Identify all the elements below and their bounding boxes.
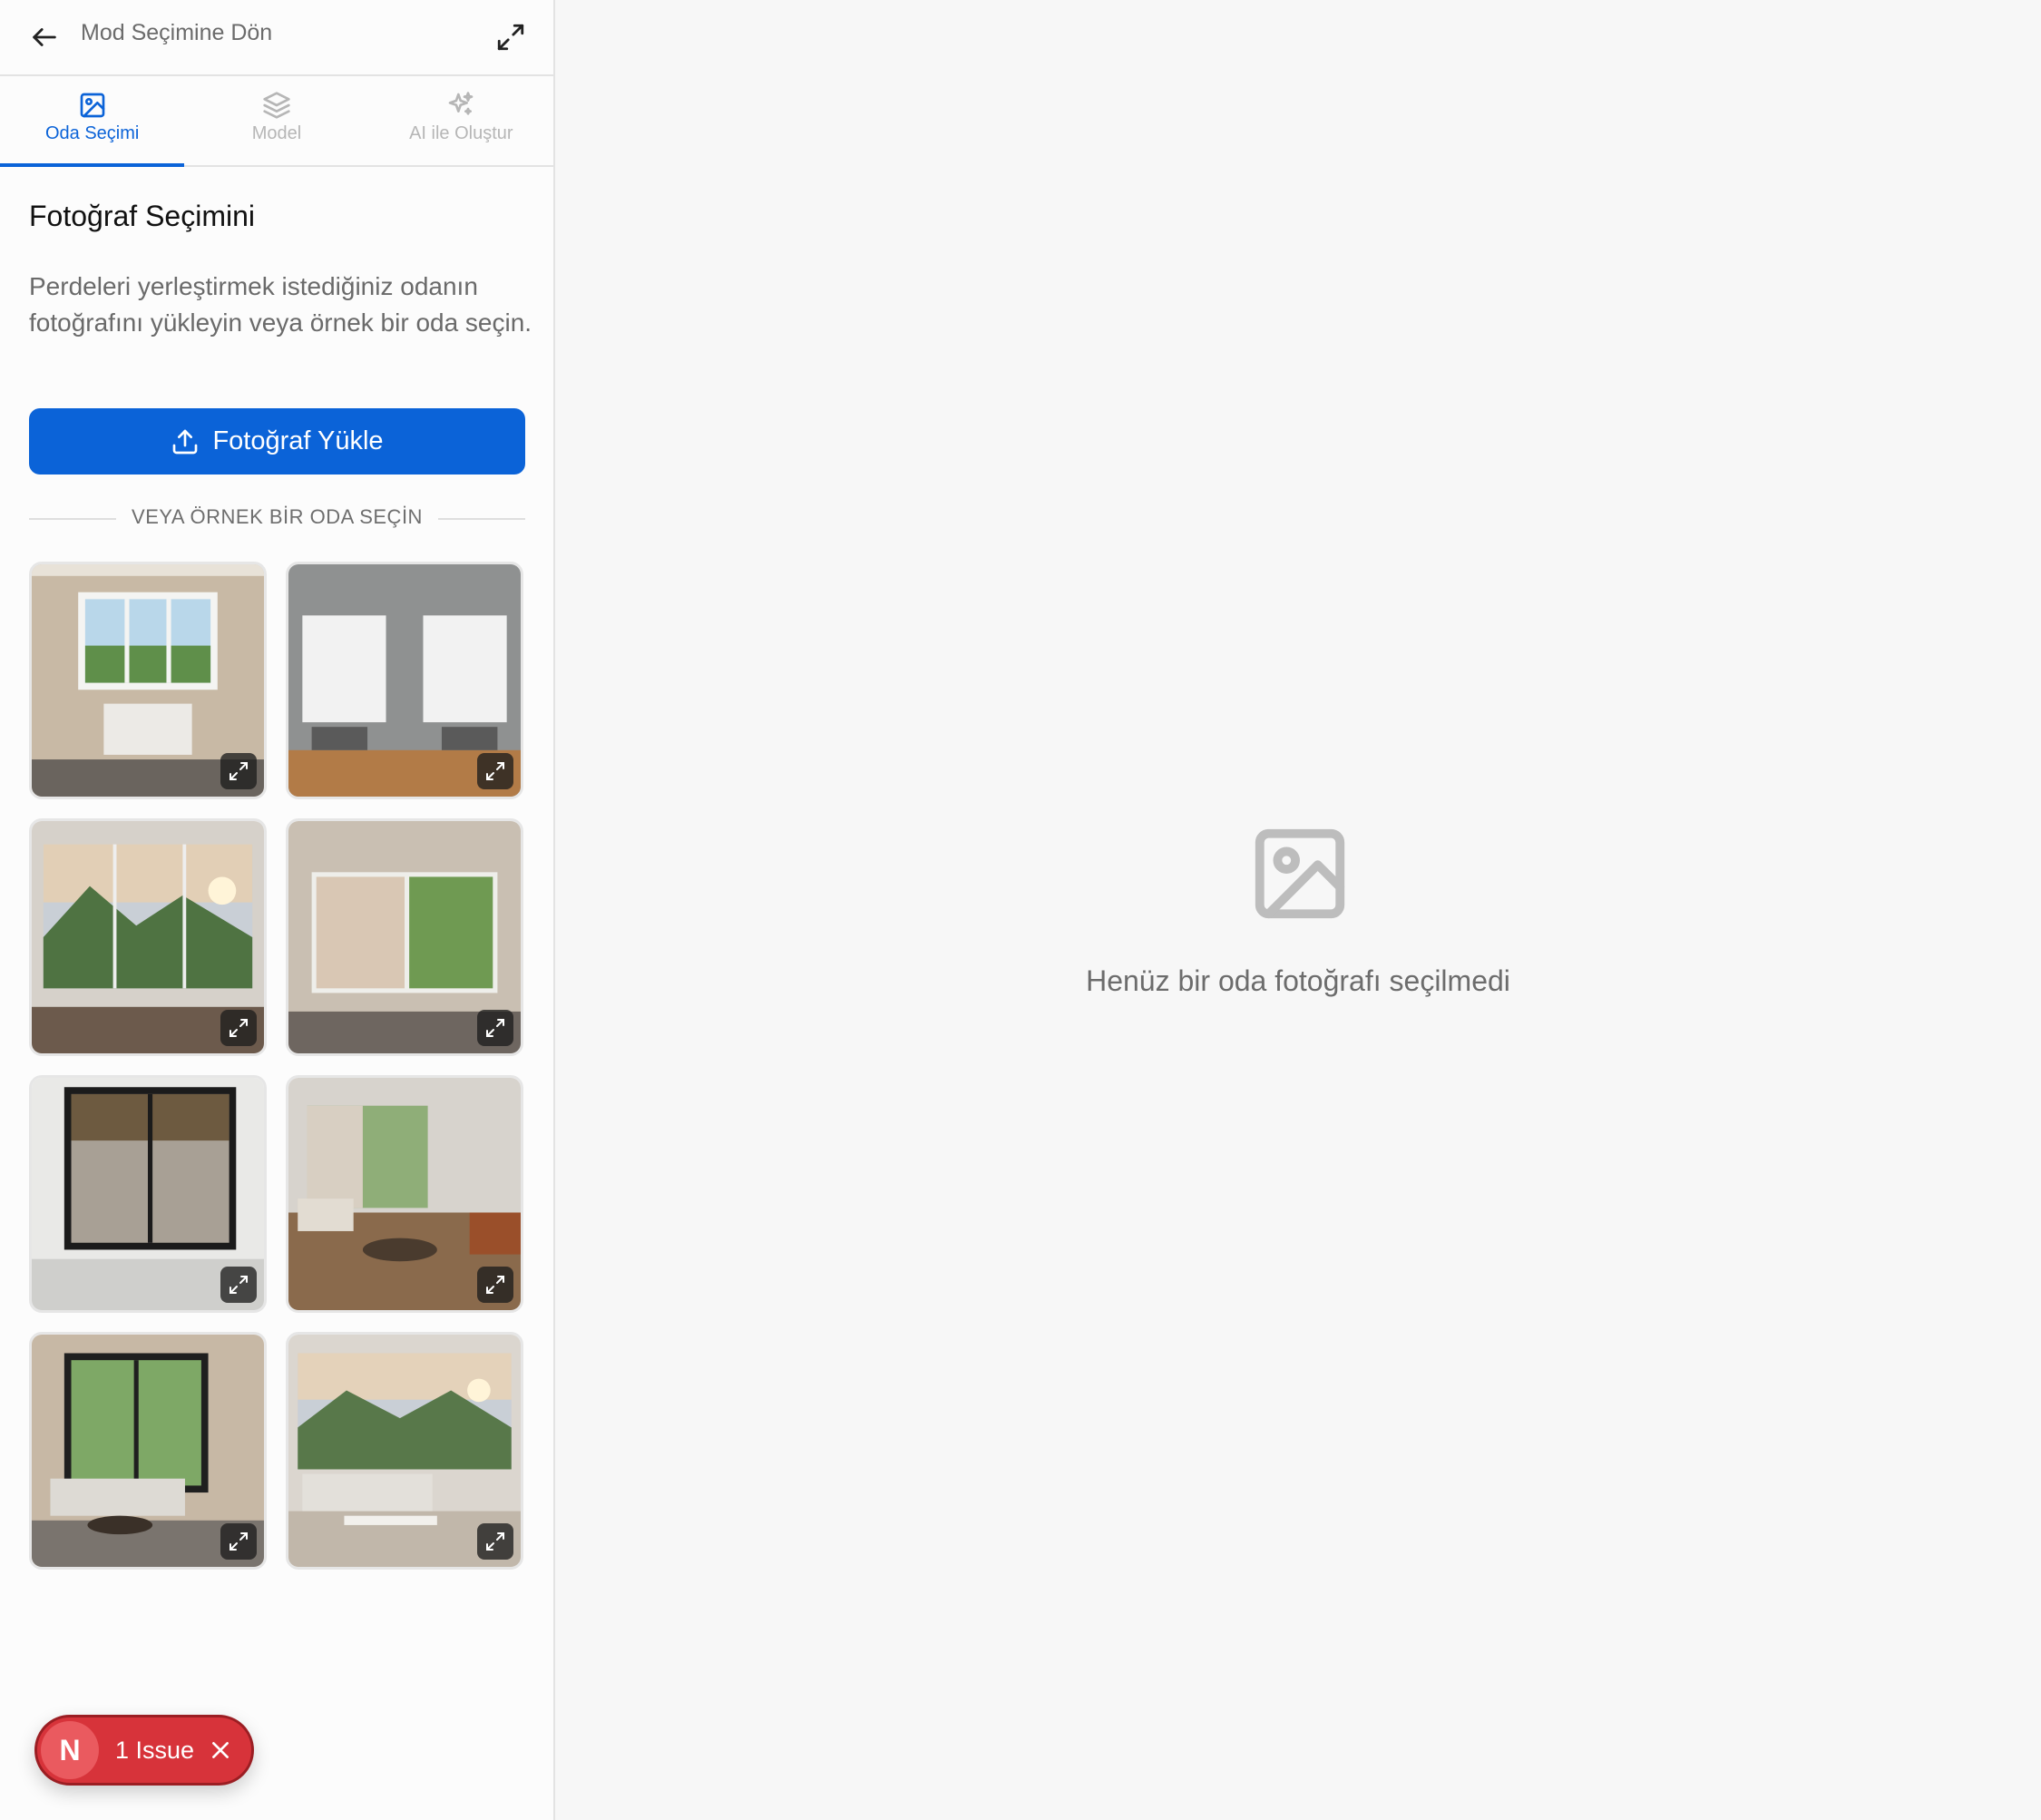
sparkles-icon [448, 92, 474, 115]
tab-bar: Oda Seçimi Model AI ile Oluştur [0, 76, 553, 167]
upload-label: Fotoğraf Yükle [212, 426, 384, 455]
expand-icon [486, 1019, 504, 1037]
zoom-button[interactable] [220, 1267, 257, 1303]
expand-icon [486, 1276, 504, 1294]
expand-icon [497, 24, 524, 51]
tab-model[interactable]: Model [184, 76, 368, 165]
zoom-button[interactable] [477, 1010, 513, 1046]
expand-button[interactable] [495, 22, 526, 53]
image-icon [80, 93, 104, 118]
expand-icon [229, 1019, 248, 1037]
sample-room-thumbnail[interactable] [29, 818, 267, 1056]
section-description: Perdeleri yerleştirmek istediğiniz odanı… [29, 272, 532, 337]
or-divider: VEYA ÖRNEK BİR ODA SEÇİN [29, 503, 525, 533]
tab-label: Oda Seçimi [44, 123, 140, 143]
zoom-button[interactable] [220, 753, 257, 789]
image-placeholder-icon [1255, 828, 1345, 919]
sample-room-thumbnail[interactable] [286, 562, 523, 799]
tab-label: Model [251, 123, 302, 143]
expand-icon [486, 762, 504, 780]
sample-room-thumbnail[interactable] [286, 1332, 523, 1570]
empty-state-text: Henüz bir oda fotoğrafı seçilmedi [1086, 964, 1510, 997]
expand-icon [229, 1276, 248, 1294]
layers-icon [263, 92, 290, 119]
tab-oda-secimi[interactable]: Oda Seçimi [0, 76, 185, 167]
divider-line [438, 518, 525, 520]
zoom-button[interactable] [477, 1523, 513, 1560]
close-icon[interactable] [209, 1738, 232, 1762]
sample-room-thumbnail[interactable] [29, 1332, 267, 1570]
sidebar-panel: Mod Seçimine Dön Oda Seçimi Model AI ile… [0, 0, 555, 1820]
tab-ai-ile-olustur[interactable]: AI ile Oluştur [369, 76, 553, 165]
zoom-button[interactable] [477, 1267, 513, 1303]
tab-label: AI ile Oluştur [409, 123, 513, 143]
upload-icon [173, 429, 198, 454]
sample-room-thumbnail[interactable] [286, 818, 523, 1056]
zoom-button[interactable] [220, 1010, 257, 1046]
upload-photo-button[interactable]: Fotoğraf Yükle [29, 408, 525, 475]
divider-text: VEYA ÖRNEK BİR ODA SEÇİN [132, 505, 423, 528]
sample-room-thumbnail[interactable] [29, 1075, 267, 1313]
expand-icon [486, 1532, 504, 1551]
sample-room-thumbnail[interactable] [29, 562, 267, 799]
section-title: Fotoğraf Seçimini [29, 200, 255, 232]
preview-area: Henüz bir oda fotoğrafı seçilmedi [555, 0, 2041, 1820]
sample-room-thumbnail[interactable] [286, 1075, 523, 1313]
arrow-left-icon [33, 28, 56, 46]
zoom-button[interactable] [477, 753, 513, 789]
issue-count-label: 1 Issue [115, 1736, 195, 1764]
expand-icon [229, 762, 248, 780]
top-bar: Mod Seçimine Dön [0, 0, 553, 76]
back-label[interactable]: Mod Seçimine Dön [81, 20, 272, 46]
zoom-button[interactable] [220, 1523, 257, 1560]
expand-icon [229, 1532, 248, 1551]
issue-logo: N [41, 1721, 99, 1779]
back-button[interactable] [29, 22, 60, 53]
issue-badge[interactable]: N 1 Issue [34, 1715, 254, 1786]
